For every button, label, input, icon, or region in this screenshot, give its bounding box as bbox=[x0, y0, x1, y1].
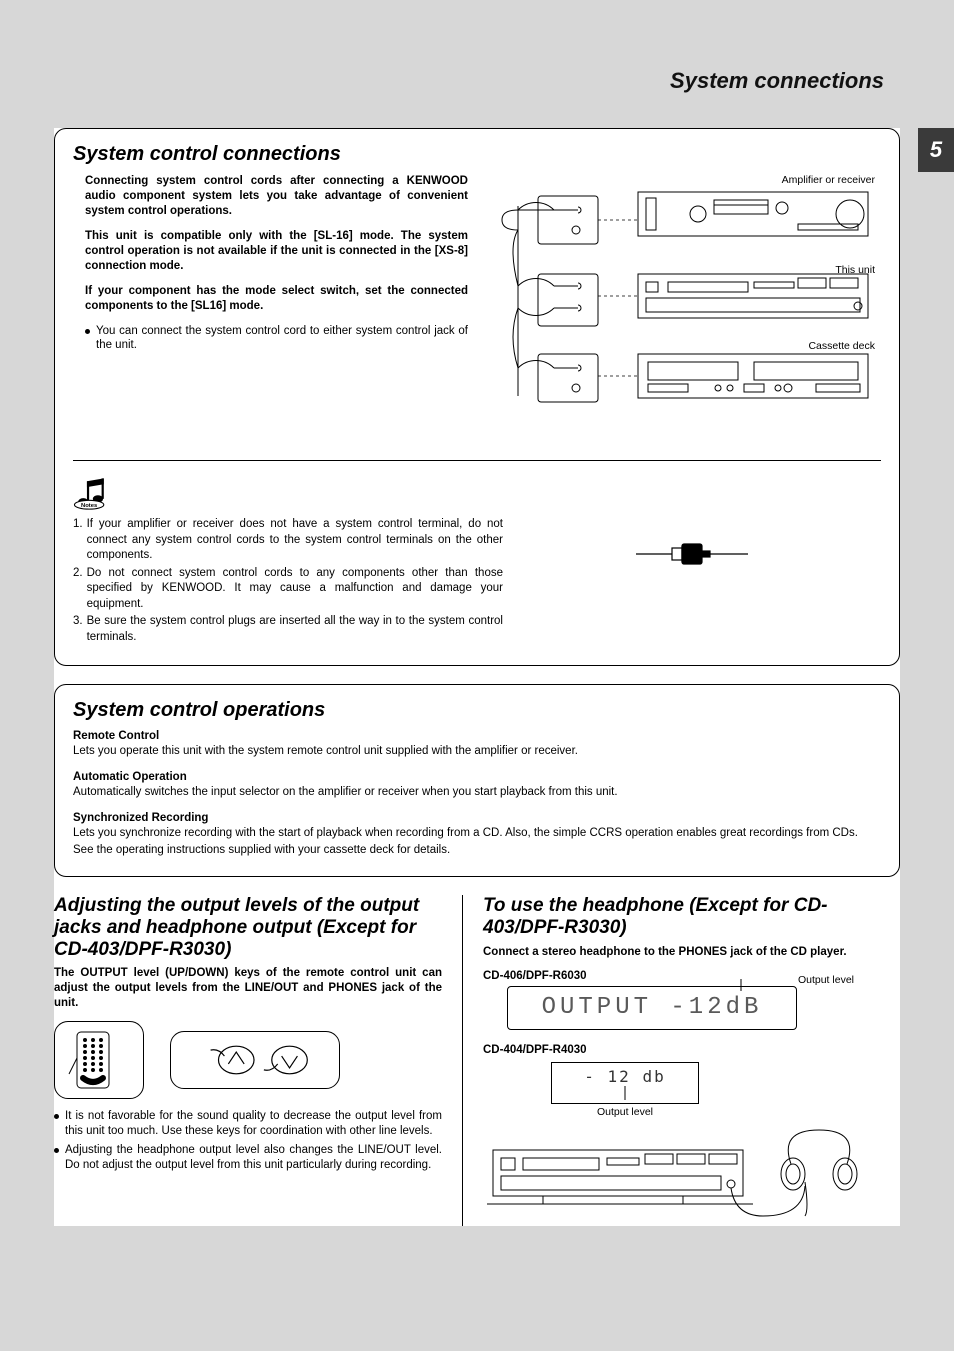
bullet-item: You can connect the system control cord … bbox=[85, 324, 468, 354]
bullet-text: Adjusting the headphone output level als… bbox=[65, 1143, 442, 1173]
paragraph: See the operating instructions supplied … bbox=[73, 843, 881, 858]
connection-diagram: Amplifier or receiver bbox=[498, 174, 881, 450]
bullet-icon bbox=[54, 1148, 59, 1153]
paragraph: Lets you operate this unit with the syst… bbox=[73, 744, 881, 759]
remote-control-icon bbox=[54, 1021, 144, 1099]
lcd-text: - 12 db bbox=[584, 1067, 665, 1086]
diagram-label-cassette: Cassette deck bbox=[498, 340, 875, 352]
paragraph: The OUTPUT level (UP/DOWN) keys of the r… bbox=[54, 966, 442, 1011]
section-heading: System connections bbox=[670, 68, 884, 94]
box-title: System control operations bbox=[73, 699, 881, 722]
label-output-level: Output level bbox=[798, 974, 854, 986]
subheading: Automatic Operation bbox=[73, 771, 881, 783]
bullet-text: You can connect the system control cord … bbox=[96, 324, 468, 354]
paragraph: If your component has the mode select sw… bbox=[85, 284, 468, 314]
page-content: System control connections Connecting sy… bbox=[54, 128, 900, 1226]
headphone-connection-icon bbox=[483, 1116, 873, 1226]
leader-line-icon bbox=[740, 979, 742, 991]
lower-columns: Adjusting the output levels of the outpu… bbox=[54, 895, 900, 1226]
wiring-diagram-icon bbox=[498, 186, 878, 426]
paragraph: Connecting system control cords after co… bbox=[85, 174, 468, 219]
svg-text:Notes: Notes bbox=[81, 503, 98, 509]
model-label: CD-404/DPF-R4030 bbox=[483, 1044, 900, 1056]
subheading: Remote Control bbox=[73, 730, 881, 742]
section-subheading: To use the headphone (Except for CD-403/… bbox=[483, 895, 900, 939]
paragraph: This unit is compatible only with the [S… bbox=[85, 229, 468, 274]
bullet-icon bbox=[85, 329, 90, 334]
output-level-keys-icon bbox=[170, 1031, 340, 1089]
section-subheading: Adjusting the output levels of the outpu… bbox=[54, 895, 442, 961]
page-number: 5 bbox=[918, 128, 954, 172]
box-system-control-operations: System control operations Remote Control… bbox=[54, 684, 900, 877]
lcd-text: OUTPUT -12dB bbox=[542, 994, 763, 1021]
box-system-control-connections: System control connections Connecting sy… bbox=[54, 128, 900, 666]
diagram-label-this-unit: This unit bbox=[498, 264, 875, 276]
paragraph: Automatically switches the input selecto… bbox=[73, 785, 881, 800]
bullet-icon bbox=[54, 1114, 59, 1119]
illustration-row bbox=[54, 1021, 442, 1099]
bullet-text: It is not favorable for the sound qualit… bbox=[65, 1109, 442, 1139]
note-item: 1.If your amplifier or receiver does not… bbox=[73, 517, 503, 564]
subheading: Synchronized Recording bbox=[73, 812, 881, 824]
manual-page: System connections 5 System control conn… bbox=[0, 0, 954, 1351]
note-item: 3.Be sure the system control plugs are i… bbox=[73, 614, 503, 645]
box-title: System control connections bbox=[73, 143, 881, 166]
notes-icon: Notes bbox=[73, 475, 117, 511]
paragraph: Connect a stereo headphone to the PHONES… bbox=[483, 945, 900, 960]
leader-line-icon bbox=[585, 1086, 665, 1100]
diagram-label-amplifier: Amplifier or receiver bbox=[498, 174, 875, 186]
bullet-item: Adjusting the headphone output level als… bbox=[54, 1143, 442, 1173]
bullet-item: It is not favorable for the sound qualit… bbox=[54, 1109, 442, 1139]
paragraph: Lets you synchronize recording with the … bbox=[73, 826, 881, 841]
mini-plug-icon bbox=[632, 534, 752, 574]
lcd-display: OUTPUT -12dB bbox=[507, 986, 797, 1030]
lcd-display-small: - 12 db bbox=[551, 1062, 699, 1104]
note-item: 2.Do not connect system control cords to… bbox=[73, 566, 503, 613]
